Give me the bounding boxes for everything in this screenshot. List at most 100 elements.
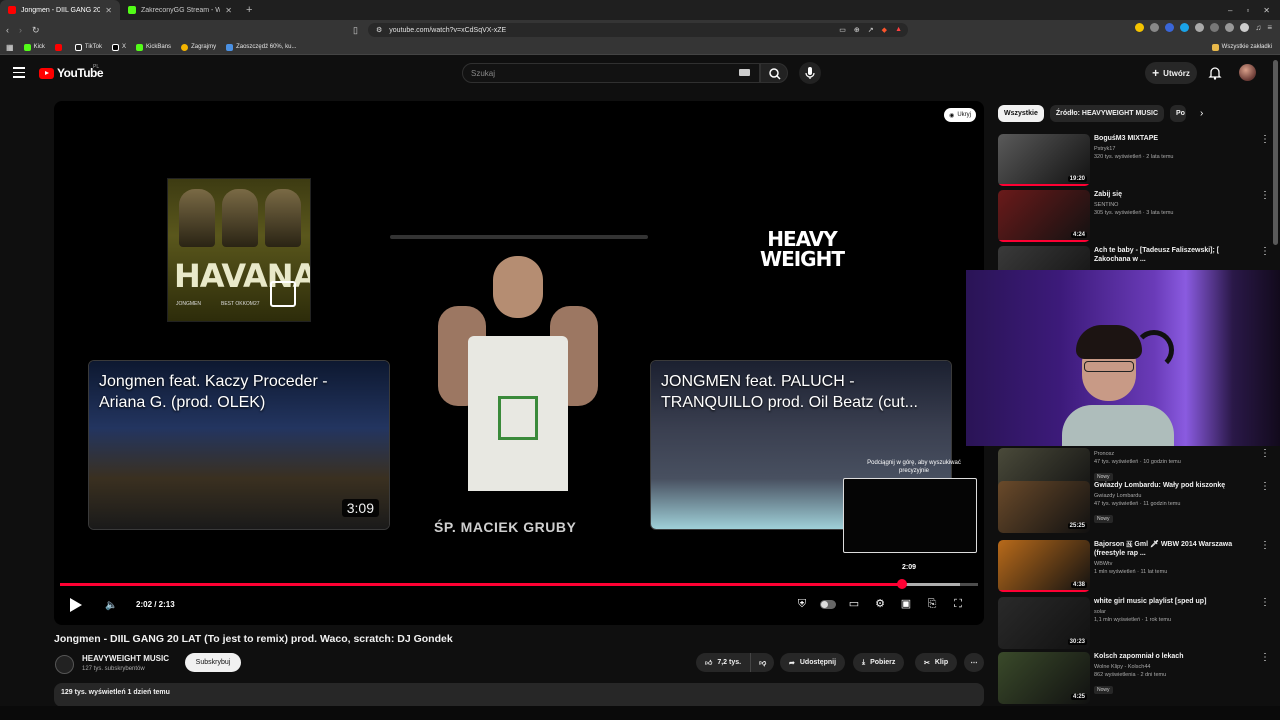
more-options-icon[interactable]: ⋮ <box>1260 448 1270 459</box>
all-bookmarks[interactable]: Wszystkie zakładki <box>1211 43 1280 51</box>
extension-icon[interactable] <box>1165 23 1175 32</box>
video-title[interactable]: BoguśM3 MIXTAPE <box>1094 134 1254 143</box>
bookmark-tiktok[interactable]: TikTok <box>74 43 102 51</box>
extension-icon[interactable] <box>1150 23 1160 32</box>
extension-icon[interactable] <box>1210 23 1220 32</box>
video-thumbnail[interactable]: 4:25 <box>998 652 1090 704</box>
page-scrollbar[interactable] <box>1273 60 1278 700</box>
more-options-icon[interactable]: ⋮ <box>1260 652 1270 663</box>
notifications-bell-icon[interactable] <box>1207 65 1223 81</box>
shield-icon[interactable]: ⛨ <box>794 597 810 611</box>
video-player[interactable]: ◉ Ukryj HAVANA JONGMEN BEST OKKOM27 ŚP. … <box>54 101 984 625</box>
more-options-icon[interactable]: ⋮ <box>1260 540 1270 551</box>
video-title[interactable]: white girl music playlist [sped up] <box>1094 597 1254 606</box>
album-cover-endcard[interactable]: HAVANA JONGMEN BEST OKKOM27 <box>167 178 311 322</box>
site-info-icon[interactable]: ⚙ <box>376 26 382 34</box>
progress-scrubber[interactable] <box>896 579 907 589</box>
channel-name[interactable]: Gwiazdy Lombardu <box>1094 493 1254 499</box>
dislike-button[interactable]: 👎︎ <box>751 653 775 672</box>
more-options-icon[interactable]: ⋮ <box>1260 597 1270 608</box>
description-box[interactable]: 129 tys. wyświetleń 1 dzień temu <box>54 683 984 707</box>
apps-grid-icon[interactable]: ▦ <box>6 43 14 52</box>
subscribe-button[interactable]: Subskrybuj <box>185 653 241 672</box>
bookmark-kick[interactable]: Kick <box>23 43 45 51</box>
recommendation-item[interactable]: 19:20 BoguśM3 MIXTAPE Pstryk17 320 tys. wyś… <box>998 134 1270 186</box>
more-actions-button[interactable]: ⋯ <box>964 653 984 672</box>
extension-icon[interactable] <box>1195 23 1205 32</box>
miniplayer-icon[interactable]: ▣ <box>898 597 914 611</box>
video-title[interactable]: Zabij się <box>1094 190 1254 199</box>
play-button[interactable] <box>70 598 82 612</box>
new-tab-icon[interactable]: + <box>240 4 258 16</box>
endscreen-video-card[interactable]: Jongmen feat. Kaczy Proceder - Ariana G.… <box>88 360 390 530</box>
brave-rewards-icon[interactable]: ▲ <box>895 26 902 34</box>
recommendation-item[interactable]: 25:25 Gwiazdy Lombardu: Wały pod kiszonkę… <box>998 481 1270 533</box>
voice-search-button[interactable] <box>799 62 821 84</box>
volume-icon[interactable]: 🔈 <box>105 600 117 611</box>
hamburger-menu-icon[interactable] <box>13 67 25 78</box>
video-title[interactable]: Gwiazdy Lombardu: Wały pod kiszonkę <box>1094 481 1254 490</box>
wallet-icon[interactable] <box>1240 23 1250 32</box>
channel-name[interactable]: Wolne Klipy - Kolsch44 <box>1094 664 1254 670</box>
close-window-icon[interactable]: ✕ <box>1263 6 1270 15</box>
brave-shield-icon[interactable]: ◆ <box>882 26 887 34</box>
captions-icon[interactable]: ▭ <box>846 597 862 611</box>
video-title[interactable]: Bajorson 🇳 Gml 🗡 WBW 2014 Warszawa (free… <box>1094 540 1254 558</box>
fullscreen-icon[interactable]: ⛶ <box>950 597 966 611</box>
recommendation-item[interactable]: 4:24 Zabij się SENTINO 305 tys. wyświetleń … <box>998 190 1270 242</box>
progress-bar[interactable] <box>60 579 978 589</box>
search-button[interactable] <box>760 63 788 83</box>
chip-source[interactable]: Źródło: HEAVYWEIGHT MUSIC <box>1049 105 1165 122</box>
back-icon[interactable]: ‹ <box>6 25 9 35</box>
share-button[interactable]: ➦ Udostępnij <box>780 653 846 672</box>
autoplay-toggle[interactable] <box>820 599 836 609</box>
recommendation-item[interactable]: 4:25 Kolsch zapomniał o lekach Wolne Klipy… <box>998 652 1270 704</box>
chip-all[interactable]: Wszystkie <box>998 105 1044 122</box>
clip-button[interactable]: ✂ Klip <box>915 653 958 672</box>
zoom-icon[interactable]: ⊕ <box>854 26 860 34</box>
channel-name[interactable]: WBWtv <box>1094 561 1254 567</box>
search-input[interactable]: Szukaj <box>462 63 760 83</box>
recommendation-item[interactable]: 30:23 white girl music playlist [sped up]… <box>998 597 1270 649</box>
bookmark-x[interactable]: X <box>112 43 126 51</box>
channel-name[interactable]: solar <box>1094 609 1254 615</box>
more-options-icon[interactable]: ⋮ <box>1260 246 1270 257</box>
video-thumbnail[interactable]: 4:24 <box>998 190 1090 242</box>
browser-tab-youtube[interactable]: Jongmen - DIIL GANG 20 LAT (T... ✕ <box>0 0 120 20</box>
minimize-icon[interactable]: – <box>1228 6 1232 15</box>
video-thumbnail[interactable]: 30:23 <box>998 597 1090 649</box>
extension-icon[interactable] <box>1135 23 1145 32</box>
bookmark-deal[interactable]: Zaoszczędź 60%, ku... <box>226 43 296 51</box>
reload-icon[interactable]: ↻ <box>32 25 40 36</box>
bookmark-kickbans[interactable]: KickBans <box>136 43 171 51</box>
media-icon[interactable]: ♫ <box>1255 23 1261 32</box>
bookmark-zagrajmy[interactable]: Zagrajmy <box>181 43 216 51</box>
bookmark-icon[interactable]: ▯ <box>353 25 358 36</box>
extension-icon[interactable] <box>1180 23 1190 32</box>
video-thumbnail[interactable]: 19:20 <box>998 134 1090 186</box>
account-avatar[interactable] <box>1239 64 1256 81</box>
more-options-icon[interactable]: ⋮ <box>1260 190 1270 201</box>
url-bar[interactable]: ⚙ youtube.com/watch?v=xCdSqVX-xZE ▭ ⊕ ↗ … <box>368 23 908 37</box>
cast-icon[interactable]: ▭ <box>839 26 846 34</box>
download-button[interactable]: ⤓ Pobierz <box>853 653 905 672</box>
heavyweight-logo[interactable]: HEAVY WEIGHT <box>746 229 858 269</box>
video-title[interactable]: Kolsch zapomniał o lekach <box>1094 652 1254 661</box>
like-button[interactable]: 👍︎ 7,2 tys. <box>696 653 752 672</box>
maximize-icon[interactable]: ▫ <box>1246 6 1249 15</box>
channel-name[interactable]: Pronosz <box>1094 451 1254 457</box>
recommendation-item[interactable]: 4:38 Bajorson 🇳 Gml 🗡 WBW 2014 Warszawa (… <box>998 540 1270 592</box>
chip-more[interactable]: Po <box>1170 105 1187 122</box>
forward-icon[interactable]: › <box>19 25 22 35</box>
browser-tab-kick[interactable]: ZakreconyGG Stream - Watch Live o... ✕ <box>120 0 240 20</box>
channel-avatar[interactable] <box>55 655 74 674</box>
close-tab-icon[interactable]: ✕ <box>225 6 232 15</box>
extensions-puzzle-icon[interactable] <box>1225 23 1235 32</box>
share-icon[interactable]: ↗ <box>868 26 874 34</box>
channel-name[interactable]: Pstryk17 <box>1094 146 1254 152</box>
more-options-icon[interactable]: ⋮ <box>1260 481 1270 492</box>
hide-endscreen-button[interactable]: ◉ Ukryj <box>944 108 976 122</box>
create-button[interactable]: + Utwórz <box>1145 62 1197 84</box>
bookmark-youtube[interactable] <box>54 43 65 51</box>
settings-gear-icon[interactable]: ⚙ <box>872 597 888 611</box>
